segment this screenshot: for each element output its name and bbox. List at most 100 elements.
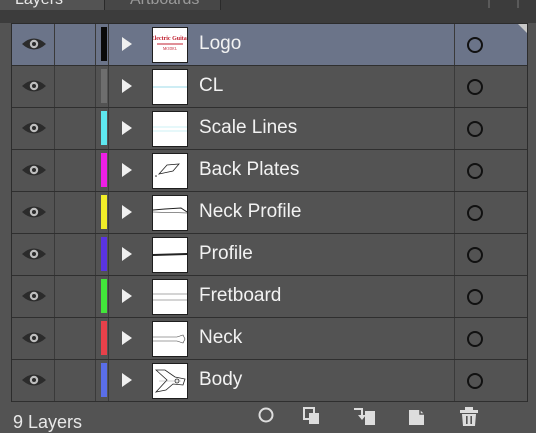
column-divider <box>454 66 455 107</box>
tab-layers[interactable]: Layers <box>0 0 105 10</box>
expand-triangle-icon[interactable] <box>120 78 134 94</box>
column-divider <box>108 234 109 275</box>
visibility-toggle[interactable] <box>12 192 55 233</box>
layer-thumbnail <box>152 321 188 357</box>
layer-name[interactable]: Neck Profile <box>199 201 301 223</box>
lock-toggle[interactable] <box>55 66 96 107</box>
column-divider <box>454 234 455 275</box>
layer-row[interactable]: Scale Lines <box>12 108 527 150</box>
lock-toggle[interactable] <box>55 360 96 401</box>
layer-name[interactable]: Scale Lines <box>199 117 297 139</box>
column-divider <box>108 150 109 191</box>
layer-color-swatch <box>101 27 107 61</box>
visibility-toggle[interactable] <box>12 66 55 107</box>
layer-color-swatch <box>101 363 107 397</box>
layer-name[interactable]: Body <box>199 369 242 391</box>
layer-thumbnail <box>152 237 188 273</box>
target-circle-icon[interactable] <box>466 120 484 138</box>
layer-color-swatch <box>101 153 107 187</box>
visibility-toggle[interactable] <box>12 150 55 191</box>
visibility-toggle[interactable] <box>12 318 55 359</box>
target-circle-icon[interactable] <box>466 372 484 390</box>
tab-artboards-label: Artboards <box>130 0 199 8</box>
layer-thumbnail <box>152 279 188 315</box>
tab-artboards[interactable]: Artboards <box>105 0 221 10</box>
visibility-toggle[interactable] <box>12 24 55 65</box>
layer-row[interactable]: Profile <box>12 234 527 276</box>
layer-name[interactable]: CL <box>199 75 223 97</box>
lock-toggle[interactable] <box>55 108 96 149</box>
target-circle-icon[interactable] <box>466 162 484 180</box>
create-sublayer-icon[interactable] <box>302 406 322 431</box>
visibility-toggle[interactable] <box>12 276 55 317</box>
column-divider <box>454 24 455 65</box>
lock-toggle[interactable] <box>55 150 96 191</box>
svg-text:Electric Guitar: Electric Guitar <box>153 36 187 42</box>
eye-icon <box>21 204 47 225</box>
layers-list[interactable]: Electric Guitar MODEL Logo CL Scale Lines Bac… <box>11 23 528 404</box>
layer-row[interactable]: Body <box>12 360 527 402</box>
lock-toggle[interactable] <box>55 276 96 317</box>
column-divider <box>108 108 109 149</box>
layer-row[interactable]: CL <box>12 66 527 108</box>
eye-icon <box>21 78 47 99</box>
target-circle-icon[interactable] <box>466 288 484 306</box>
make-clip-mask-icon[interactable] <box>257 406 275 429</box>
layer-count: 9 Layers <box>13 412 83 432</box>
lock-toggle[interactable] <box>55 318 96 359</box>
target-circle-icon[interactable] <box>466 330 484 348</box>
expand-triangle-icon[interactable] <box>120 120 134 136</box>
target-circle-icon[interactable] <box>466 204 484 222</box>
eye-icon <box>21 162 47 183</box>
layer-name[interactable]: Fretboard <box>199 285 281 307</box>
layer-name[interactable]: Profile <box>199 243 253 265</box>
expand-triangle-icon[interactable] <box>120 204 134 220</box>
current-layer-indicator <box>518 24 527 33</box>
column-divider <box>108 66 109 107</box>
layer-row[interactable]: Neck <box>12 318 527 360</box>
column-divider <box>108 360 109 401</box>
layer-color-swatch <box>101 195 107 229</box>
column-divider <box>108 24 109 65</box>
layer-row[interactable]: Back Plates <box>12 150 527 192</box>
layer-color-swatch <box>101 111 107 145</box>
lock-toggle[interactable] <box>55 24 96 65</box>
layer-thumbnail <box>152 195 188 231</box>
layer-name[interactable]: Neck <box>199 327 242 349</box>
tab-layers-label: Layers <box>15 0 63 8</box>
lock-toggle[interactable] <box>55 234 96 275</box>
eye-icon <box>21 120 47 141</box>
layer-name[interactable]: Logo <box>199 33 241 55</box>
move-to-layer-icon[interactable] <box>352 406 378 431</box>
layer-color-swatch <box>101 69 107 103</box>
layer-row[interactable]: Neck Profile <box>12 192 527 234</box>
visibility-toggle[interactable] <box>12 360 55 401</box>
layer-row[interactable]: Electric Guitar MODEL Logo <box>12 24 527 66</box>
panel-footer: 9 Layers <box>0 402 536 432</box>
expand-triangle-icon[interactable] <box>120 246 134 262</box>
eye-icon <box>21 288 47 309</box>
target-circle-icon[interactable] <box>466 246 484 264</box>
layer-color-swatch <box>101 279 107 313</box>
expand-triangle-icon[interactable] <box>120 372 134 388</box>
visibility-toggle[interactable] <box>12 234 55 275</box>
lock-toggle[interactable] <box>55 192 96 233</box>
tab-bar-divider <box>488 0 490 8</box>
expand-triangle-icon[interactable] <box>120 288 134 304</box>
eye-icon <box>21 372 47 393</box>
layer-name[interactable]: Back Plates <box>199 159 299 181</box>
target-circle-icon[interactable] <box>466 78 484 96</box>
new-layer-icon[interactable] <box>406 406 428 431</box>
layer-thumbnail: Electric Guitar MODEL <box>152 27 188 63</box>
panel-tab-bar: Layers Artboards <box>0 0 536 23</box>
expand-triangle-icon[interactable] <box>120 36 134 52</box>
expand-triangle-icon[interactable] <box>120 162 134 178</box>
expand-triangle-icon[interactable] <box>120 330 134 346</box>
visibility-toggle[interactable] <box>12 108 55 149</box>
layer-row[interactable]: Fretboard <box>12 276 527 318</box>
column-divider <box>454 108 455 149</box>
target-circle-icon[interactable] <box>466 36 484 54</box>
eye-icon <box>21 36 47 57</box>
delete-icon[interactable] <box>458 406 480 431</box>
layer-thumbnail <box>152 153 188 189</box>
